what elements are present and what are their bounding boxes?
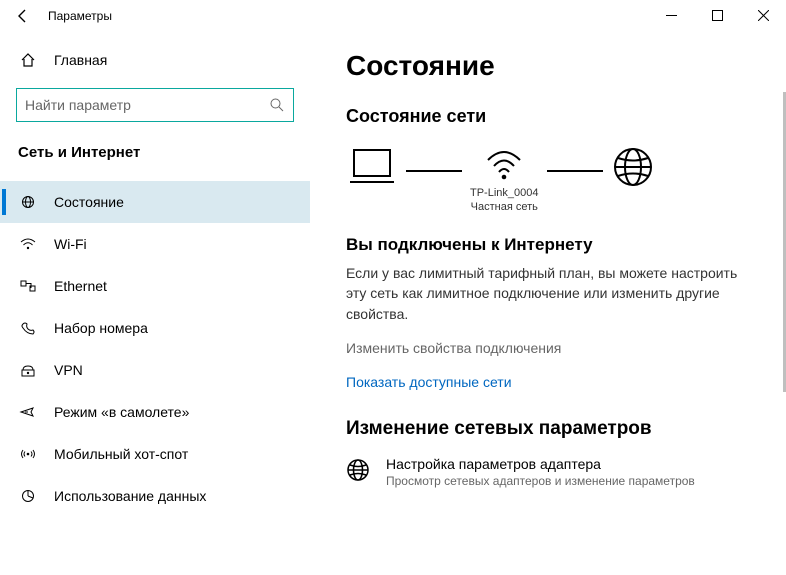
status-heading: Состояние сети: [346, 106, 766, 127]
link-change-props[interactable]: Изменить свойства подключения: [346, 340, 766, 356]
nav-label: Ethernet: [54, 278, 107, 294]
nav-item-ethernet[interactable]: Ethernet: [0, 265, 310, 307]
window-title: Параметры: [48, 9, 112, 23]
adapter-settings-option[interactable]: Настройка параметров адаптера Просмотр с…: [346, 456, 766, 488]
minimize-button[interactable]: [648, 0, 694, 30]
hotspot-icon: [18, 447, 38, 461]
adapter-desc: Просмотр сетевых адаптеров и изменение п…: [386, 474, 695, 488]
ethernet-icon: [18, 279, 38, 293]
search-box[interactable]: [16, 88, 294, 122]
nav-item-vpn[interactable]: VPN: [0, 349, 310, 391]
link-available-networks[interactable]: Показать доступные сети: [346, 374, 766, 390]
connector-line: [406, 170, 462, 172]
network-diagram: TP-Link_0004 Частная сеть: [346, 145, 766, 217]
nav-item-wifi[interactable]: Wi-Fi: [0, 223, 310, 265]
nettype-label: Частная сеть: [471, 201, 538, 213]
nav-label: Режим «в самолете»: [54, 404, 189, 420]
nav-label: Использование данных: [54, 488, 206, 504]
change-settings-heading: Изменение сетевых параметров: [346, 418, 766, 440]
adapter-title: Настройка параметров адаптера: [386, 456, 695, 472]
close-button[interactable]: [740, 0, 786, 30]
airplane-icon: [18, 405, 38, 419]
vpn-icon: [18, 363, 38, 377]
device-icon: [346, 146, 398, 216]
nav-item-datausage[interactable]: Использование данных: [0, 475, 310, 517]
maximize-button[interactable]: [694, 0, 740, 30]
router-icon: TP-Link_0004 Частная сеть: [470, 146, 539, 216]
home-link[interactable]: Главная: [0, 46, 310, 74]
nav-item-airplane[interactable]: Режим «в самолете»: [0, 391, 310, 433]
nav-label: VPN: [54, 362, 83, 378]
nav-item-status[interactable]: Состояние: [0, 181, 310, 223]
nav-item-dialup[interactable]: Набор номера: [0, 307, 310, 349]
section-title: Сеть и Интернет: [0, 144, 310, 161]
search-input[interactable]: [25, 97, 269, 113]
connected-heading: Вы подключены к Интернету: [346, 235, 766, 255]
sidebar: Главная Сеть и Интернет Состояние Wi-Fi …: [0, 32, 320, 575]
nav-item-hotspot[interactable]: Мобильный хот-спот: [0, 433, 310, 475]
connected-body: Если у вас лимитный тарифный план, вы мо…: [346, 263, 746, 324]
nav-label: Набор номера: [54, 320, 148, 336]
content-area: Состояние Состояние сети TP-Link_0004 Час…: [320, 32, 786, 575]
dialup-icon: [18, 321, 38, 335]
back-button[interactable]: [8, 1, 38, 31]
globe-icon: [611, 145, 655, 217]
ssid-label: TP-Link_0004: [470, 187, 539, 199]
datausage-icon: [18, 489, 38, 503]
nav-label: Состояние: [54, 194, 124, 210]
page-title: Состояние: [346, 50, 766, 82]
wifi-icon: [18, 237, 38, 251]
nav-label: Мобильный хот-спот: [54, 446, 188, 462]
connector-line: [547, 170, 603, 172]
status-icon: [18, 195, 38, 209]
nav-label: Wi-Fi: [54, 236, 87, 252]
adapter-icon: [346, 458, 372, 482]
home-icon: [18, 52, 38, 68]
home-label: Главная: [54, 52, 107, 68]
search-icon: [269, 97, 285, 113]
